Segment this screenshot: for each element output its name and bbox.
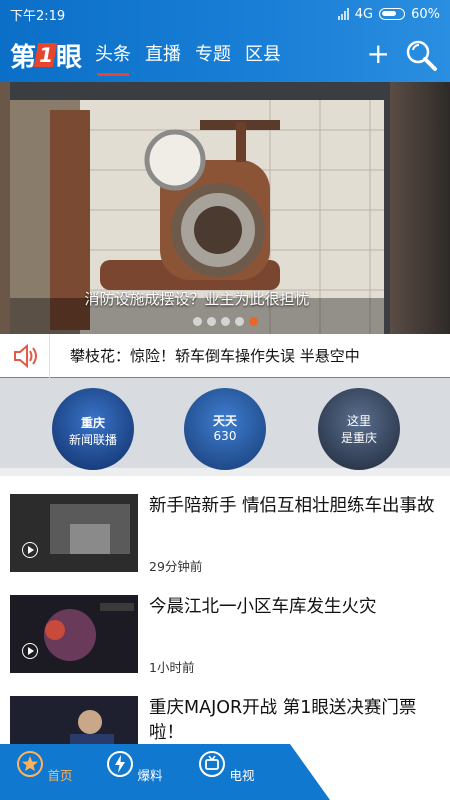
channel-label: 重庆	[80, 416, 105, 430]
top-nav: 第1眼 头条 直播 专题 区县 +	[0, 28, 450, 82]
banner-caption: 消防设施成摆设？业主为此很担忧	[84, 290, 310, 308]
nav-tv[interactable]: 电视	[196, 750, 256, 784]
tab-live[interactable]: 直播	[145, 28, 181, 82]
carousel-indicator	[0, 317, 450, 326]
channel-strip: 重庆 新闻联播 天天 630 这里 是重庆	[0, 378, 450, 476]
nav-tv-label: 电视	[229, 768, 255, 783]
carousel-dot-active[interactable]	[248, 317, 258, 326]
news-item[interactable]: 今晨江北一小区车库发生火灾 1小时前	[0, 595, 450, 695]
news-time: 1小时前	[149, 660, 195, 675]
nav-tipoff[interactable]: 爆料	[104, 750, 164, 784]
channel-label: 新闻联播	[68, 433, 117, 447]
banner-prev-peek	[0, 82, 10, 334]
logo-char-2: 1	[33, 43, 58, 67]
logo-char-1: 第	[10, 42, 36, 73]
news-title: 新手陪新手 情侣互相壮胆练车出事故	[149, 496, 435, 516]
app-header: 下午2:19 4G 60% 第1眼 头条 直播 专题 区县 +	[0, 0, 450, 82]
nav-home[interactable]: 首页	[14, 750, 74, 784]
nav-home-label: 首页	[47, 768, 73, 783]
battery-icon	[379, 8, 406, 20]
play-icon	[22, 643, 38, 659]
ticker-text[interactable]: 攀枝花：惊险！轿车倒车操作失误 半悬空中	[50, 345, 360, 366]
app-logo: 第1眼	[10, 37, 82, 74]
tab-headlines[interactable]: 头条	[95, 28, 131, 82]
news-title: 重庆MAJOR开战 第1眼送决赛门票啦！	[149, 698, 417, 743]
tv-icon	[198, 751, 225, 777]
channel-chongqing[interactable]: 这里 是重庆	[318, 388, 400, 470]
channel-label: 是重庆	[340, 431, 377, 445]
signal-icon	[337, 8, 349, 20]
play-icon	[22, 542, 38, 558]
speaker-icon	[0, 333, 50, 378]
channel-label: 这里	[346, 414, 371, 428]
bottom-nav: 首页 爆料 电视	[0, 744, 450, 800]
news-item[interactable]: 新手陪新手 情侣互相壮胆练车出事故 29分钟前	[0, 494, 450, 594]
tab-districts[interactable]: 区县	[245, 28, 281, 82]
news-ticker[interactable]: 攀枝花：惊险！轿车倒车操作失误 半悬空中	[0, 333, 450, 378]
news-title: 今晨江北一小区车库发生火灾	[149, 597, 377, 617]
star-icon	[16, 751, 43, 777]
hero-banner[interactable]: 消防设施成摆设？业主为此很担忧	[0, 82, 450, 334]
network-type: 4G	[354, 6, 374, 22]
plus-icon[interactable]: +	[367, 40, 390, 68]
banner-next-peek	[390, 82, 450, 334]
channel-label: 630	[213, 429, 237, 443]
search-icon[interactable]	[404, 38, 438, 72]
channel-news-broadcast[interactable]: 重庆 新闻联播	[52, 388, 134, 470]
status-time: 下午2:19	[10, 8, 66, 24]
tab-topics[interactable]: 专题	[195, 28, 231, 82]
battery-level: 60%	[411, 6, 440, 22]
channel-630[interactable]: 天天 630	[184, 388, 266, 470]
status-icons: 4G 60%	[337, 6, 440, 22]
carousel-dot[interactable]	[234, 317, 244, 326]
channel-label: 天天	[212, 414, 237, 428]
news-thumbnail	[10, 595, 138, 673]
news-thumbnail	[10, 494, 138, 572]
logo-char-3: 眼	[55, 42, 82, 73]
nav-tipoff-label: 爆料	[137, 768, 163, 783]
news-time: 29分钟前	[149, 559, 203, 574]
lightning-icon	[106, 751, 133, 777]
status-bar: 下午2:19 4G 60%	[0, 0, 450, 28]
carousel-dot[interactable]	[220, 317, 230, 326]
carousel-dot[interactable]	[206, 317, 216, 326]
carousel-dot[interactable]	[192, 317, 202, 326]
